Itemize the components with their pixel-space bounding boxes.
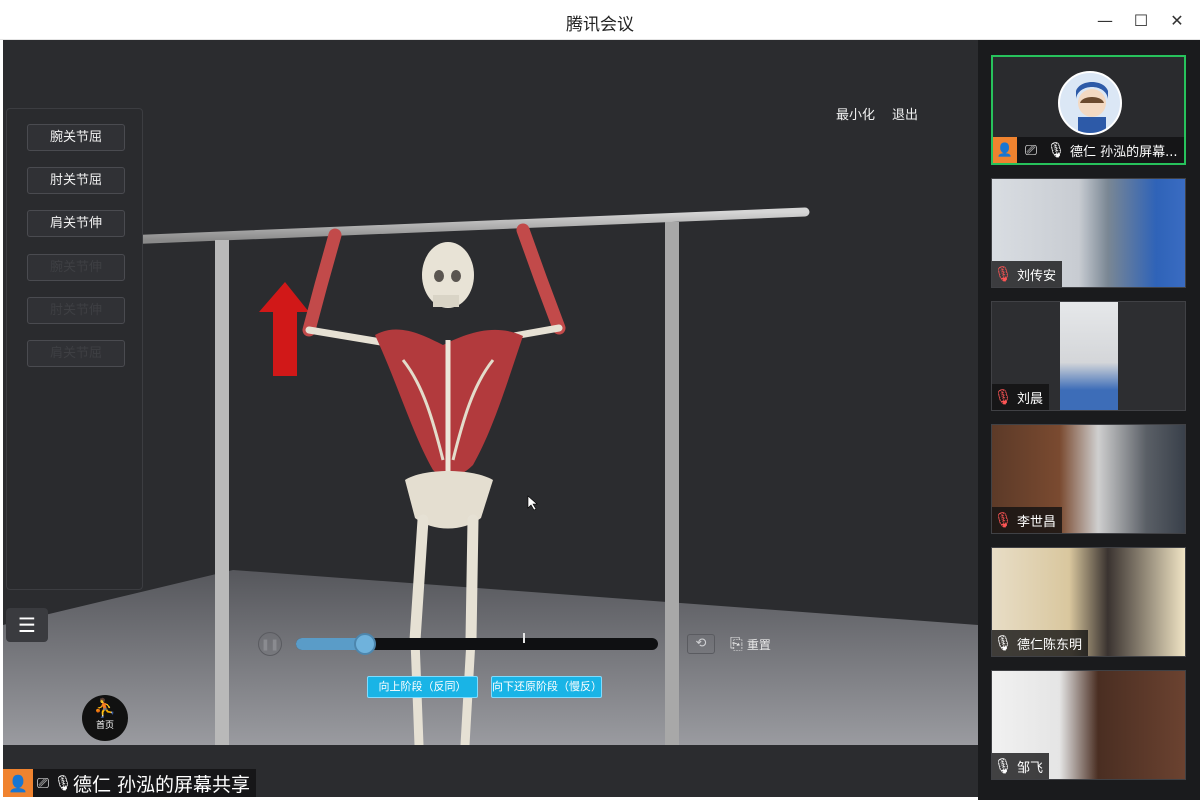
- minimize-link[interactable]: 最小化: [836, 104, 875, 123]
- reset-button[interactable]: ⎘ 重置: [730, 634, 771, 654]
- participant-name: 邹飞: [1017, 760, 1044, 776]
- microphone-muted-icon: 🎙: [993, 265, 1013, 283]
- participant-name: 刘传安: [1017, 268, 1057, 284]
- maximize-window-button[interactable]: ☐: [1126, 8, 1156, 32]
- participant-label: 🎙 李世昌: [992, 507, 1063, 533]
- joint-button[interactable]: 肘关节伸: [27, 297, 125, 324]
- home-label: 首页: [95, 721, 114, 731]
- reset-icon: ⎘: [730, 634, 743, 653]
- microphone-muted-icon: 🎙: [993, 511, 1013, 529]
- participant-label: 👤 ⎚ 🎙 德仁 孙泓的屏幕...: [993, 137, 1184, 163]
- exit-link[interactable]: 退出: [892, 104, 918, 123]
- user-icon: 👤: [3, 769, 33, 797]
- mouse-cursor-icon: [527, 495, 538, 511]
- screen-share-icon: ⎚: [36, 774, 49, 792]
- up-arrow-icon: [259, 282, 309, 376]
- microphone-muted-icon: 🎙: [993, 388, 1013, 406]
- loop-icon: ⟲: [695, 636, 707, 651]
- reset-label: 重置: [746, 637, 771, 652]
- pause-icon: ❚❚: [260, 637, 280, 651]
- microphone-icon: 🎙: [993, 634, 1013, 652]
- participant-name: 德仁陈东明: [1017, 637, 1083, 653]
- close-window-button[interactable]: ✕: [1162, 8, 1192, 32]
- participant-name: 刘晨: [1017, 391, 1044, 407]
- participant-tile[interactable]: 🎙 德仁陈东明: [991, 547, 1186, 657]
- participant-tile[interactable]: 🎙 刘晨: [991, 301, 1186, 411]
- microphone-icon: 🎙: [53, 774, 73, 792]
- participant-label: 🎙 刘晨: [992, 384, 1050, 410]
- sharer-name: 德仁 孙泓的屏幕共享: [73, 773, 251, 796]
- minimize-icon: —: [1097, 10, 1113, 30]
- screen-share-icon: ⎚: [1024, 141, 1037, 159]
- pause-button[interactable]: ❚❚: [258, 632, 282, 656]
- progress-knob[interactable]: [353, 633, 376, 655]
- minimize-window-button[interactable]: —: [1090, 8, 1120, 32]
- floor: [3, 570, 978, 745]
- joint-button[interactable]: 腕关节屈: [27, 124, 125, 151]
- joint-button[interactable]: 肩关节伸: [27, 210, 125, 237]
- joint-motion-panel: 腕关节屈 肘关节屈 肩关节伸 腕关节伸 肘关节伸 肩关节屈: [6, 108, 143, 590]
- participant-label: 🎙 德仁陈东明: [992, 630, 1089, 656]
- screen-share-label: 👤 ⎚ 🎙 德仁 孙泓的屏幕共享: [3, 769, 257, 797]
- screen-share-view: 腕关节屈 肘关节屈 肩关节伸 腕关节伸 肘关节伸 肩关节屈 最小化 退出 ☰ ⛹…: [3, 40, 978, 797]
- animation-progress-slider[interactable]: [296, 633, 658, 655]
- participant-name: 德仁 孙泓的屏幕...: [1070, 144, 1178, 160]
- person-icon: ⛹: [93, 698, 117, 719]
- participant-label: 🎙 邹飞: [992, 753, 1050, 779]
- loop-button[interactable]: ⟲: [687, 634, 715, 654]
- title-bar: 腾讯会议 — ☐ ✕: [0, 0, 1200, 40]
- phase-marker: [523, 633, 525, 643]
- microphone-icon: 🎙: [993, 757, 1013, 775]
- menu-button[interactable]: ☰: [6, 608, 48, 642]
- user-icon: 👤: [993, 137, 1017, 163]
- participant-tile[interactable]: 👤 ⎚ 🎙 德仁 孙泓的屏幕...: [991, 55, 1186, 165]
- participant-name: 李世昌: [1017, 514, 1057, 530]
- participant-panel: 👤 ⎚ 🎙 德仁 孙泓的屏幕... 🎙 刘传安 🎙 刘晨 🎙 李世昌 🎙 德仁陈…: [978, 40, 1200, 800]
- home-button[interactable]: ⛹ 首页: [82, 695, 128, 741]
- participant-label: 🎙 刘传安: [992, 261, 1063, 287]
- window-title: 腾讯会议: [566, 15, 634, 35]
- participant-tile[interactable]: 🎙 邹飞: [991, 670, 1186, 780]
- list-menu-icon: ☰: [18, 613, 36, 637]
- maximize-icon: ☐: [1133, 10, 1149, 30]
- joint-button[interactable]: 肩关节屈: [27, 340, 125, 367]
- microphone-icon: 🎙: [1046, 141, 1066, 159]
- joint-button[interactable]: 肘关节屈: [27, 167, 125, 194]
- joint-button[interactable]: 腕关节伸: [27, 254, 125, 281]
- avatar: [1058, 71, 1122, 135]
- close-icon: ✕: [1170, 10, 1184, 30]
- down-phase-button[interactable]: 向下还原阶段（慢反）: [491, 676, 602, 698]
- up-phase-button[interactable]: 向上阶段（反同）: [367, 676, 478, 698]
- participant-tile[interactable]: 🎙 李世昌: [991, 424, 1186, 534]
- participant-tile[interactable]: 🎙 刘传安: [991, 178, 1186, 288]
